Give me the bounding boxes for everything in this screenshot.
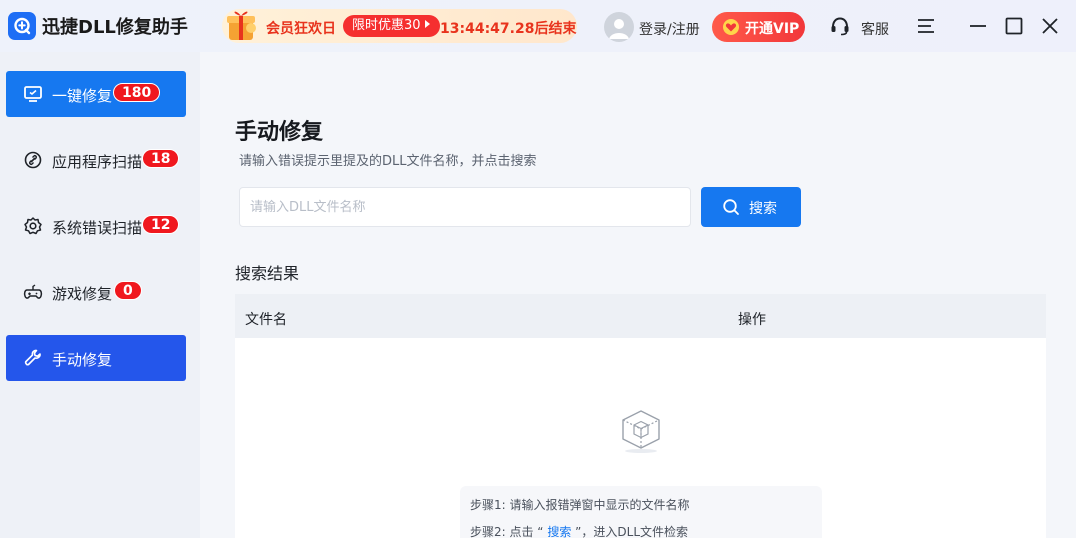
count-badge: 180 — [113, 83, 161, 102]
sidebar-item-label: 应用程序扫描 — [52, 153, 143, 171]
headset-icon[interactable] — [829, 15, 851, 37]
gamepad-icon — [23, 282, 43, 302]
sidebar-item-label: 游戏修复 — [52, 285, 113, 303]
results-table: 文件名 操作 步骤1: 请输入报错弹窗中显示的文件名称 步骤2: 点击 “ 搜索… — [235, 294, 1046, 538]
vip-label: 开通VIP — [745, 21, 800, 37]
customer-service-link[interactable]: 客服 — [861, 19, 889, 39]
promo-pill-label: 限时优惠30 — [352, 18, 421, 33]
sidebar-item-one-click-repair[interactable]: 一键修复 180 — [6, 71, 186, 117]
sidebar-item-system-error-scan[interactable]: 系统错误扫描 12 — [6, 203, 186, 249]
menu-icon[interactable] — [915, 15, 937, 37]
table-header: 文件名 操作 — [235, 294, 1046, 338]
search-button[interactable]: 搜索 — [701, 187, 801, 227]
step-2-prefix: 步骤2: 点击 “ — [470, 525, 548, 538]
page-title: 手动修复 — [235, 120, 324, 145]
promo-countdown: 13:44:47.28后结束 — [440, 21, 577, 37]
count-badge: 0 — [114, 281, 142, 300]
sidebar-item-label: 系统错误扫描 — [52, 219, 143, 237]
close-icon[interactable] — [1039, 15, 1061, 37]
sidebar-item-game-repair[interactable]: 游戏修复 0 — [6, 269, 186, 315]
page-subtitle: 请输入错误提示里提及的DLL文件名称，并点击搜索 — [239, 154, 537, 169]
sidebar-item-app-scan[interactable]: 应用程序扫描 18 — [6, 137, 186, 183]
promo-banner[interactable]: 会员狂欢日 限时优惠30 13:44:47.28后结束 — [222, 9, 577, 43]
open-vip-button[interactable]: 开通VIP — [712, 12, 805, 42]
gift-icon — [222, 6, 260, 44]
sidebar: 一键修复 180 应用程序扫描 18 系统错误扫描 12 游戏修复 0 手动修复 — [0, 52, 200, 538]
sidebar-item-manual-repair[interactable]: 手动修复 — [6, 335, 186, 381]
step-1-text: 步骤1: 请输入报错弹窗中显示的文件名称 — [470, 498, 690, 512]
sidebar-item-label: 一键修复 — [52, 87, 113, 105]
maximize-icon[interactable] — [1003, 15, 1025, 37]
instructions-box: 步骤1: 请输入报错弹窗中显示的文件名称 步骤2: 点击 “ 搜索 ”，进入DL… — [460, 486, 822, 538]
app-logo-icon — [8, 12, 36, 40]
vip-heart-icon — [723, 19, 739, 35]
app-title: 迅捷DLL修复助手 — [42, 17, 188, 38]
search-icon — [722, 198, 740, 216]
promo-discount-pill[interactable]: 限时优惠30 — [343, 15, 440, 37]
step-2-text: 步骤2: 点击 “ 搜索 ”，进入DLL文件检索 — [470, 523, 688, 538]
link-icon — [23, 150, 43, 170]
count-badge: 18 — [142, 149, 180, 168]
column-header-filename: 文件名 — [245, 312, 287, 328]
results-heading: 搜索结果 — [235, 264, 300, 283]
search-button-label: 搜索 — [749, 201, 777, 217]
empty-box-icon — [620, 408, 662, 454]
sidebar-item-label: 手动修复 — [52, 351, 113, 369]
column-header-action: 操作 — [738, 312, 766, 328]
login-register-link[interactable]: 登录/注册 — [639, 19, 700, 39]
count-badge: 12 — [142, 215, 180, 234]
promo-title: 会员狂欢日 — [266, 21, 336, 37]
wrench-icon — [23, 348, 43, 368]
main-panel: 手动修复 请输入错误提示里提及的DLL文件名称，并点击搜索 搜索 搜索结果 文件… — [200, 52, 1076, 538]
monitor-icon — [23, 84, 43, 104]
gear-icon — [23, 216, 43, 236]
dll-search-input[interactable] — [239, 187, 691, 227]
minimize-icon[interactable] — [967, 15, 989, 37]
step-2-suffix: ”，进入DLL文件检索 — [571, 525, 689, 538]
play-arrow-icon — [424, 20, 430, 28]
step-2-search-link[interactable]: 搜索 — [547, 525, 571, 538]
title-bar: 迅捷DLL修复助手 会员狂欢日 限时优惠30 13:44:47.28后结束 登录… — [0, 0, 1076, 52]
user-avatar[interactable] — [604, 12, 634, 42]
